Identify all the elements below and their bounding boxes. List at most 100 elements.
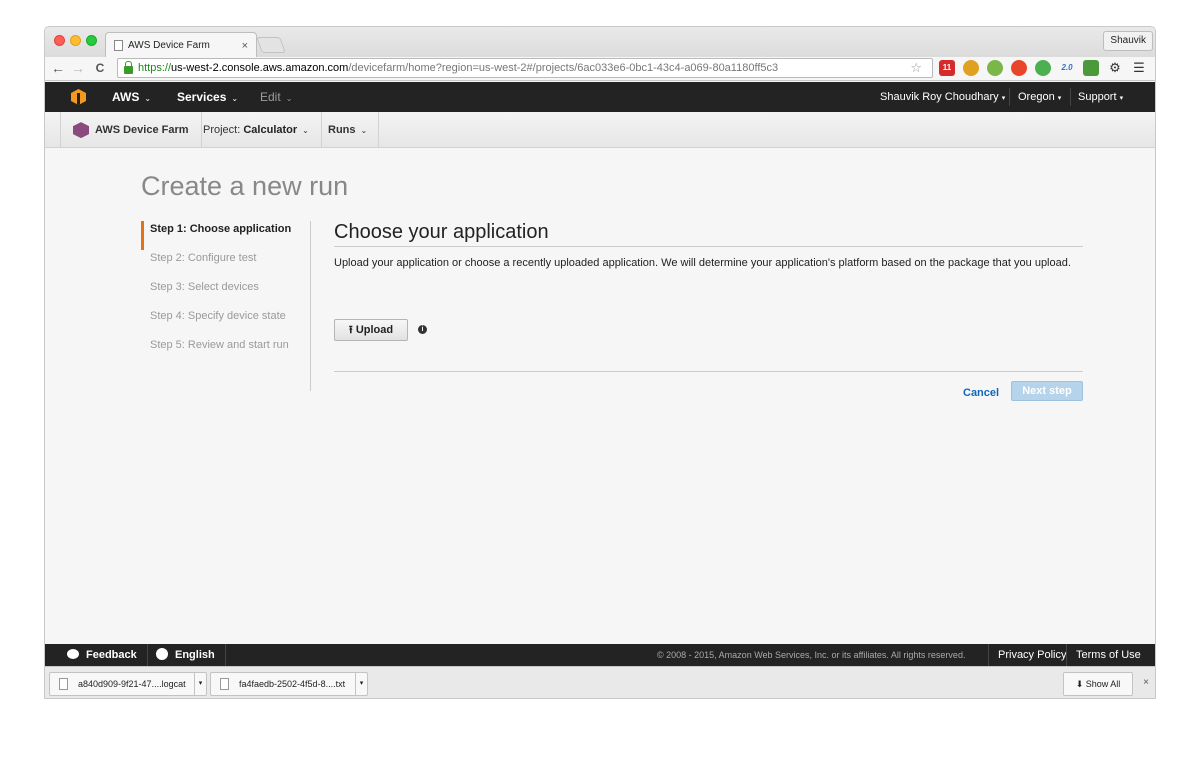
step-2: Step 2: Configure test	[150, 252, 257, 264]
profile-button[interactable]: Shauvik	[1103, 31, 1153, 51]
tab-close-icon[interactable]: ×	[242, 40, 248, 52]
browser-toolbar: ← → C https://us-west-2.console.aws.amaz…	[45, 57, 1155, 81]
project-name: Calculator	[243, 124, 298, 136]
service-sub-nav: AWS Device Farm Project: Calculator ⌄ Run…	[45, 112, 1155, 148]
extension-calc-icon[interactable]: 2.0	[1059, 60, 1075, 76]
edit-menu[interactable]: Edit ⌄	[260, 82, 292, 112]
address-bar[interactable]: https://us-west-2.console.aws.amazon.com…	[117, 58, 933, 78]
lock-icon	[124, 61, 133, 74]
main-content: Create a new run Step 1: Choose applicat…	[45, 149, 1155, 644]
chevron-down-icon: ⌄	[144, 94, 152, 103]
browser-tab-bar: AWS Device Farm × Shauvik	[45, 27, 1155, 58]
browser-tab[interactable]: AWS Device Farm ×	[105, 32, 257, 58]
download-options-icon[interactable]: ▾	[355, 673, 367, 695]
aws-logo-icon[interactable]	[71, 89, 86, 105]
divider	[334, 371, 1083, 372]
edit-menu-label: Edit	[260, 90, 281, 104]
chevron-down-icon: ⌄	[285, 94, 293, 103]
services-menu[interactable]: Services ⌄	[177, 82, 238, 112]
chevron-down-icon: ⌄	[231, 94, 239, 103]
device-farm-icon	[73, 122, 89, 139]
language-selector[interactable]: English	[156, 644, 215, 666]
upload-label: Upload	[355, 324, 394, 336]
extension-print-icon[interactable]	[1083, 60, 1099, 76]
download-shelf: a840d909-9f21-47....logcat ▾ fa4faedb-25…	[45, 666, 1155, 698]
extension-shield-icon[interactable]	[1011, 60, 1027, 76]
download-item[interactable]: a840d909-9f21-47....logcat ▾	[49, 672, 207, 696]
browser-window: AWS Device Farm × Shauvik ← → C https://…	[44, 26, 1156, 699]
globe-icon	[156, 648, 168, 661]
bookmark-star-icon[interactable]: ☆	[910, 59, 922, 77]
aws-menu[interactable]: AWS ⌄	[112, 82, 151, 112]
show-all-downloads-button[interactable]: ⬇ Show All	[1063, 672, 1133, 696]
aws-menu-label: AWS	[112, 90, 140, 104]
cancel-button[interactable]: Cancel	[963, 387, 999, 399]
file-icon	[59, 678, 68, 690]
download-options-icon[interactable]: ▾	[194, 673, 206, 695]
upload-icon: ⭱	[348, 324, 353, 336]
aws-top-nav: AWS ⌄ Services ⌄ Edit ⌄ Shauvik Roy Choudha…	[45, 82, 1155, 112]
download-item[interactable]: fa4faedb-2502-4f5d-8....txt ▾	[210, 672, 368, 696]
runs-label: Runs	[328, 124, 356, 136]
close-shelf-icon[interactable]: ×	[1143, 677, 1149, 688]
chevron-down-icon: ⌄	[302, 126, 309, 135]
url-path: /devicefarm/home?region=us-west-2#/proje…	[348, 62, 779, 74]
privacy-policy-link[interactable]: Privacy Policy	[998, 644, 1066, 666]
region-menu-label: Oregon	[1018, 91, 1055, 103]
info-icon[interactable]: i	[418, 325, 427, 334]
service-name: AWS Device Farm	[95, 124, 189, 136]
support-menu[interactable]: Support ▾	[1078, 82, 1123, 112]
services-menu-label: Services	[177, 90, 227, 104]
project-menu[interactable]: Project: Calculator ⌄	[191, 112, 322, 148]
back-icon[interactable]: ←	[49, 59, 67, 77]
section-heading: Choose your application	[334, 221, 1083, 247]
section-description: Upload your application or choose a rece…	[334, 257, 1071, 269]
extension-q-icon[interactable]	[987, 60, 1003, 76]
file-icon	[220, 678, 229, 690]
feedback-label: Feedback	[86, 649, 137, 661]
chevron-down-icon: ⌄	[360, 126, 368, 135]
step-4: Step 4: Specify device state	[150, 310, 286, 322]
show-all-label: Show All	[1085, 679, 1121, 689]
reload-icon[interactable]: C	[91, 59, 109, 77]
next-step-button[interactable]: Next step	[1011, 381, 1083, 401]
region-menu[interactable]: Oregon ▾	[1018, 82, 1061, 112]
minimize-window-button[interactable]	[70, 35, 81, 46]
settings-gear-icon[interactable]: ⚙	[1107, 60, 1123, 76]
maximize-window-button[interactable]	[86, 35, 97, 46]
step-content: Choose your application Upload your appl…	[334, 221, 1083, 401]
page-icon	[114, 40, 123, 51]
extension-bowl-icon[interactable]	[963, 60, 979, 76]
feedback-link[interactable]: Feedback	[67, 644, 137, 666]
new-tab-button[interactable]	[256, 37, 286, 53]
extension-chat-icon[interactable]	[1035, 60, 1051, 76]
url-scheme: https://	[138, 62, 172, 74]
extension-badge-icon[interactable]: 11	[939, 60, 955, 76]
tab-title: AWS Device Farm	[128, 40, 210, 51]
console-footer: Feedback English © 2008 - 2015, Amazon W…	[45, 644, 1155, 666]
project-prefix: Project:	[203, 124, 244, 136]
url-host: us-west-2.console.aws.amazon.com	[171, 62, 349, 74]
user-menu-label: Shauvik Roy Choudhary	[880, 91, 999, 103]
runs-menu[interactable]: Runs ⌄	[317, 112, 380, 148]
forward-icon[interactable]: →	[69, 59, 87, 77]
upload-button[interactable]: ⭱ Upload	[334, 319, 408, 341]
device-farm-home-link[interactable]: AWS Device Farm	[60, 112, 202, 148]
step-5: Step 5: Review and start run	[150, 339, 289, 351]
wizard-steps: Step 1: Choose application Step 2: Confi…	[141, 221, 311, 391]
download-filename: a840d909-9f21-47....logcat	[78, 679, 186, 689]
language-label: English	[175, 649, 215, 661]
close-window-button[interactable]	[54, 35, 65, 46]
extension-badge-count: 11	[942, 63, 952, 72]
user-menu[interactable]: Shauvik Roy Choudhary ▾	[880, 82, 1005, 112]
copyright-text: © 2008 - 2015, Amazon Web Services, Inc.…	[657, 650, 966, 660]
terms-of-use-link[interactable]: Terms of Use	[1076, 644, 1141, 666]
support-menu-label: Support	[1078, 91, 1117, 103]
step-1[interactable]: Step 1: Choose application	[141, 221, 310, 250]
download-filename: fa4faedb-2502-4f5d-8....txt	[239, 679, 346, 689]
page-title: Create a new run	[141, 171, 349, 201]
download-arrow-icon: ⬇	[1075, 679, 1084, 689]
speech-bubble-icon	[67, 649, 79, 660]
menu-icon[interactable]: ☰	[1131, 60, 1147, 76]
step-3: Step 3: Select devices	[150, 281, 259, 293]
